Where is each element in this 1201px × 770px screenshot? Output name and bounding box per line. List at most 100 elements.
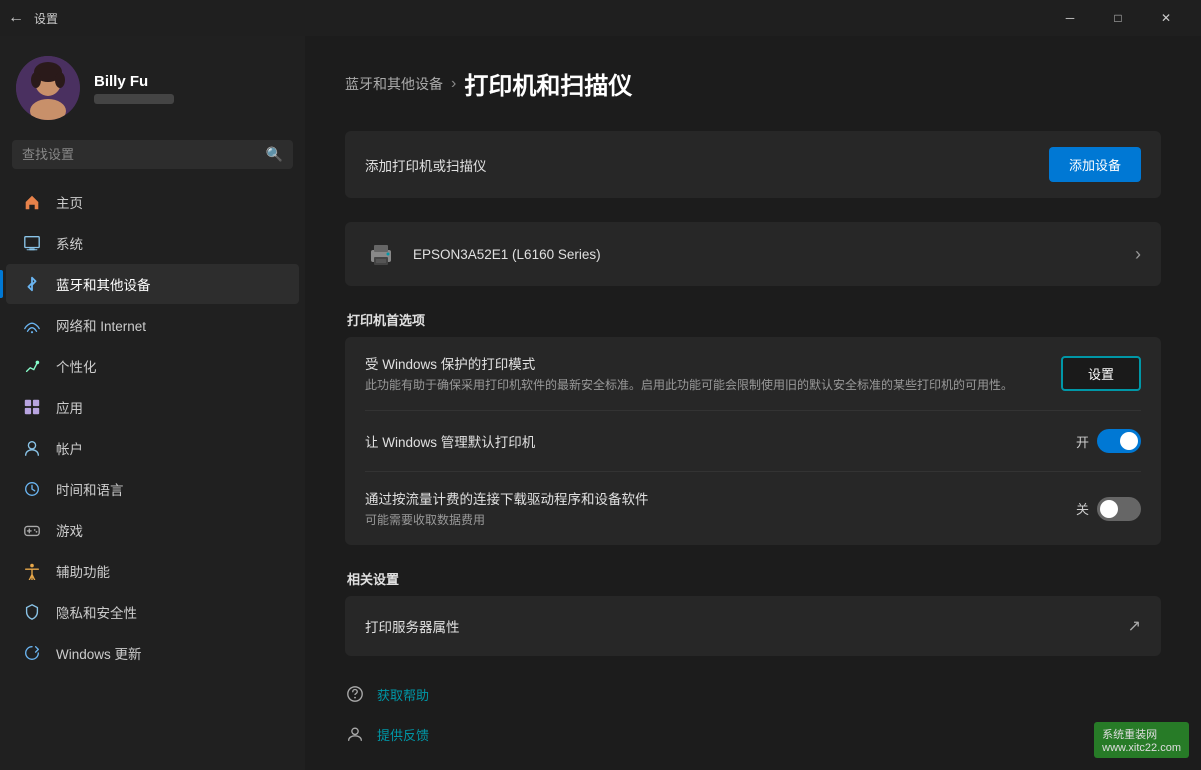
feedback-icon [345, 724, 365, 744]
print-server-label: 打印服务器属性 [365, 616, 1112, 636]
manage-default-toggle-switch[interactable] [1097, 429, 1141, 453]
sidebar-item-accounts[interactable]: 帐户 [6, 428, 299, 468]
print-server-row[interactable]: 打印服务器属性 ↗ [345, 596, 1161, 656]
maximize-button[interactable]: □ [1095, 2, 1141, 34]
metered-connection-desc: 可能需要收取数据费用 [365, 511, 1060, 529]
user-name: Billy Fu [94, 73, 174, 90]
printer-options-card: 受 Windows 保护的打印模式 此功能有助于确保采用打印机软件的最新安全标准… [345, 337, 1161, 545]
metered-connection-content: 通过按流量计费的连接下载驱动程序和设备软件 可能需要收取数据费用 [365, 488, 1060, 529]
add-device-label: 添加打印机或扫描仪 [365, 155, 1033, 175]
sidebar-item-privacy[interactable]: 隐私和安全性 [6, 592, 299, 632]
sidebar-item-gaming[interactable]: 游戏 [6, 510, 299, 550]
metered-connection-row: 通过按流量计费的连接下载驱动程序和设备软件 可能需要收取数据费用 关 [345, 472, 1161, 545]
printer-icon [365, 238, 397, 270]
related-settings-title: 相关设置 [345, 569, 1161, 588]
sidebar-item-network[interactable]: 网络和 Internet [6, 305, 299, 345]
breadcrumb-parent[interactable]: 蓝牙和其他设备 [345, 74, 443, 94]
network-icon [22, 315, 42, 335]
titlebar-title: 设置 [34, 10, 58, 27]
metered-connection-toggle-switch[interactable] [1097, 497, 1141, 521]
help-icon [345, 684, 365, 704]
privacy-icon [22, 602, 42, 622]
manage-default-row: 让 Windows 管理默认打印机 开 [345, 411, 1161, 471]
windows-protection-content: 受 Windows 保护的打印模式 此功能有助于确保采用打印机软件的最新安全标准… [365, 353, 1045, 394]
time-icon [22, 479, 42, 499]
printer-options-section: 打印机首选项 受 Windows 保护的打印模式 此功能有助于确保采用打印机软件… [345, 310, 1161, 545]
user-subtitle [94, 94, 174, 104]
printer-options-title: 打印机首选项 [345, 310, 1161, 329]
external-link-icon: ↗ [1128, 616, 1141, 636]
sidebar-item-time[interactable]: 时间和语言 [6, 469, 299, 509]
feedback-link[interactable]: 提供反馈 [345, 720, 1161, 748]
user-info: Billy Fu [94, 73, 174, 104]
home-icon [22, 192, 42, 212]
add-device-button[interactable]: 添加设备 [1049, 147, 1141, 182]
avatar [16, 56, 80, 120]
windows-protection-title: 受 Windows 保护的打印模式 [365, 353, 1045, 373]
footer-links: 获取帮助 提供反馈 [345, 680, 1161, 748]
related-settings-section: 相关设置 打印服务器属性 ↗ [345, 569, 1161, 656]
accessibility-icon [22, 561, 42, 581]
apps-icon [22, 397, 42, 417]
gaming-icon [22, 520, 42, 540]
windows-protection-right: 设置 [1061, 356, 1141, 391]
printer-right: › [1135, 244, 1141, 265]
printer-name: EPSON3A52E1 (L6160 Series) [413, 247, 1119, 262]
manage-default-content: 让 Windows 管理默认打印机 [365, 431, 1060, 451]
back-button[interactable]: ← [8, 9, 24, 27]
user-profile[interactable]: Billy Fu [0, 36, 305, 140]
add-device-content: 添加打印机或扫描仪 [365, 155, 1033, 175]
sidebar-item-accessibility[interactable]: 辅助功能 [6, 551, 299, 591]
windows-protection-settings-button[interactable]: 设置 [1061, 356, 1141, 391]
add-device-right: 添加设备 [1049, 147, 1141, 182]
windows-protection-desc: 此功能有助于确保采用打印机软件的最新安全标准。启用此功能可能会限制使用旧的默认安… [365, 376, 1045, 394]
get-help-link[interactable]: 获取帮助 [345, 680, 1161, 708]
printer-row[interactable]: EPSON3A52E1 (L6160 Series) › [345, 222, 1161, 286]
add-device-row: 添加打印机或扫描仪 添加设备 [345, 131, 1161, 198]
avatar-image [16, 56, 80, 120]
manage-default-title: 让 Windows 管理默认打印机 [365, 431, 1060, 451]
windows-protection-row: 受 Windows 保护的打印模式 此功能有助于确保采用打印机软件的最新安全标准… [345, 337, 1161, 410]
metered-connection-toggle: 关 [1076, 497, 1141, 521]
sidebar: Billy Fu 🔍 主页 系统 [0, 36, 305, 770]
sidebar-item-windows-update[interactable]: Windows 更新 [6, 633, 299, 673]
manage-default-toggle-label: 开 [1076, 432, 1089, 451]
printer-chevron-icon: › [1135, 244, 1141, 265]
metered-connection-right: 关 [1076, 497, 1141, 521]
print-server-right: ↗ [1128, 616, 1141, 636]
close-button[interactable]: ✕ [1143, 2, 1189, 34]
bluetooth-icon [22, 274, 42, 294]
nav-list: 主页 系统 蓝牙和其他设备 网络和 Internet [0, 181, 305, 674]
search-box[interactable]: 🔍 [12, 140, 293, 169]
accounts-icon [22, 438, 42, 458]
metered-connection-title: 通过按流量计费的连接下载驱动程序和设备软件 [365, 488, 1060, 508]
related-settings-card: 打印服务器属性 ↗ [345, 596, 1161, 656]
add-device-section: 添加打印机或扫描仪 添加设备 [345, 131, 1161, 198]
personalization-icon [22, 356, 42, 376]
content-area: 蓝牙和其他设备 › 打印机和扫描仪 添加打印机或扫描仪 添加设备 [305, 36, 1201, 770]
manage-default-toggle: 开 [1076, 429, 1141, 453]
sidebar-item-home[interactable]: 主页 [6, 182, 299, 222]
titlebar-controls: ─ □ ✕ [1047, 2, 1189, 34]
printer-content: EPSON3A52E1 (L6160 Series) [413, 247, 1119, 262]
manage-default-right: 开 [1076, 429, 1141, 453]
windows-update-icon [22, 643, 42, 663]
add-device-card: 添加打印机或扫描仪 添加设备 [345, 131, 1161, 198]
breadcrumb: 蓝牙和其他设备 › 打印机和扫描仪 [345, 66, 1161, 101]
printers-section: EPSON3A52E1 (L6160 Series) › [345, 222, 1161, 286]
search-input[interactable] [22, 147, 258, 162]
sidebar-item-apps[interactable]: 应用 [6, 387, 299, 427]
minimize-button[interactable]: ─ [1047, 2, 1093, 34]
breadcrumb-current: 打印机和扫描仪 [464, 66, 632, 101]
system-icon [22, 233, 42, 253]
printer-card: EPSON3A52E1 (L6160 Series) › [345, 222, 1161, 286]
metered-connection-toggle-label: 关 [1076, 499, 1089, 518]
sidebar-item-personalization[interactable]: 个性化 [6, 346, 299, 386]
titlebar-left: ← 设置 [8, 9, 58, 27]
print-server-content: 打印服务器属性 [365, 616, 1112, 636]
titlebar: ← 设置 ─ □ ✕ [0, 0, 1201, 36]
sidebar-item-bluetooth[interactable]: 蓝牙和其他设备 [6, 264, 299, 304]
sidebar-item-system[interactable]: 系统 [6, 223, 299, 263]
breadcrumb-separator: › [451, 75, 456, 93]
app-body: Billy Fu 🔍 主页 系统 [0, 36, 1201, 770]
